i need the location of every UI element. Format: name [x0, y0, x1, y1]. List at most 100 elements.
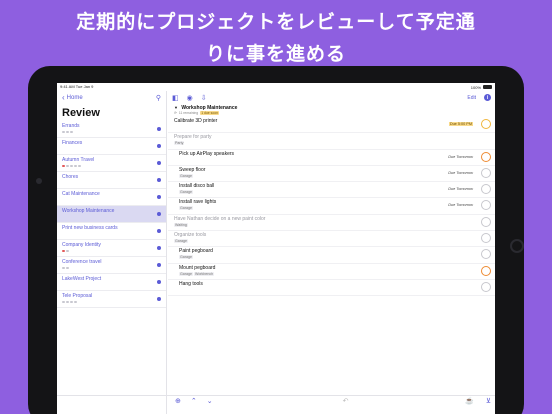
task-row[interactable]: Organize tools Garage	[168, 231, 495, 248]
project-status-dots	[62, 233, 161, 236]
status-time: 9:41 AM	[60, 84, 75, 89]
task-row[interactable]: Install disco ball Garage Due Tomorrow	[168, 182, 495, 199]
battery-icon	[483, 85, 492, 89]
sort-icon[interactable]: ⇩	[201, 94, 207, 102]
caption: 定期的にプロジェクトをレビューして予定通 りに事を進める	[0, 0, 552, 70]
task-row[interactable]: Pick up AirPlay speakers Due Tomorrow	[168, 150, 495, 166]
project-list: Errands Finances Autumn Travel Chores Cat Ma…	[57, 121, 166, 308]
task-tags: Party	[174, 141, 489, 146]
task-checkbox[interactable]	[481, 200, 491, 211]
task-checkbox[interactable]	[481, 233, 491, 244]
status-bar: 9:41 AM Tue Jan 9 100%	[57, 83, 495, 91]
review-dot-icon	[157, 280, 161, 284]
project-header: ▼ Workshop Maintenance ⟳ 11 remaining 1 …	[168, 104, 495, 117]
tag-chip: Garage	[179, 255, 193, 260]
project-name: Cat Maintenance	[62, 191, 100, 197]
task-name: Sweep floor	[179, 166, 206, 173]
project-item[interactable]: Chores	[57, 172, 166, 189]
task-checkbox[interactable]	[481, 184, 491, 195]
project-status-dots	[62, 182, 161, 185]
pin-icon[interactable]: ⚲	[156, 94, 161, 102]
project-item[interactable]: Finances	[57, 138, 166, 155]
project-status-dots	[62, 284, 161, 287]
chevron-down-icon[interactable]: ⌄	[207, 397, 213, 405]
toolbar: ◧ ◉ ⇩ Edit i	[168, 91, 495, 104]
task-name: Install disco ball	[179, 183, 215, 190]
review-dot-icon	[157, 229, 161, 233]
tag-chip: Garage	[179, 173, 193, 178]
inbox-icon[interactable]: ⊻	[486, 397, 491, 405]
review-dot-icon	[157, 195, 161, 199]
task-name: Organize tools	[174, 232, 207, 239]
task-checkbox[interactable]	[481, 119, 491, 129]
task-row[interactable]: Have Nathan decide on a new paint color W…	[168, 215, 495, 232]
back-button[interactable]: ‹ Home	[62, 92, 83, 102]
edit-button[interactable]: Edit	[467, 95, 476, 101]
task-due-date: Due Tomorrow	[448, 203, 473, 208]
bottom-toolbar: ⊕ ⌃ ⌄ ↶ ☕ ⊻	[57, 395, 495, 406]
task-row[interactable]: Paint pegboard Garage	[168, 247, 495, 264]
review-dot-icon	[157, 144, 161, 148]
project-status-dots	[62, 216, 161, 219]
repeat-icon: ⟳	[174, 111, 177, 115]
task-checkbox[interactable]	[481, 216, 491, 227]
project-item[interactable]: Autumn Travel	[57, 155, 166, 172]
task-checkbox[interactable]	[481, 281, 491, 292]
due-soon-badge: 1 due soon	[200, 111, 219, 115]
project-name: Finances	[62, 140, 83, 146]
task-name: Calibrate 3D printer	[174, 118, 218, 124]
project-name: Autumn Travel	[62, 157, 95, 163]
undo-icon[interactable]: ↶	[343, 397, 349, 405]
chevron-left-icon: ‹	[62, 92, 65, 102]
project-item[interactable]: Tele Proposal	[57, 291, 166, 308]
task-row[interactable]: Mount pegboard Garage Workbench	[168, 264, 495, 280]
project-name: Workshop Maintenance	[62, 208, 115, 214]
home-button	[510, 239, 524, 253]
project-item[interactable]: Workshop Maintenance	[57, 206, 166, 223]
project-item[interactable]: Errands	[57, 121, 166, 138]
review-dot-icon	[157, 246, 161, 250]
task-row[interactable]: Calibrate 3D printer Due 5:00 PM	[168, 117, 495, 134]
add-icon[interactable]: ⊕	[175, 397, 181, 405]
task-checkbox[interactable]	[481, 151, 491, 162]
project-item[interactable]: Print new business cards	[57, 223, 166, 240]
review-dot-icon	[157, 178, 161, 182]
task-name: Prepare for party	[174, 134, 212, 141]
task-name: Have Nathan decide on a new paint color	[174, 215, 266, 222]
info-icon[interactable]: i	[484, 94, 491, 101]
task-checkbox[interactable]	[481, 249, 491, 260]
project-item[interactable]: Cat Maintenance	[57, 189, 166, 206]
project-status-dots	[62, 131, 161, 134]
task-checkbox[interactable]	[481, 265, 491, 276]
task-row[interactable]: Install rave lights Garage Due Tomorrow	[168, 198, 495, 215]
project-status-dots	[62, 165, 161, 168]
view-options-icon[interactable]: ◉	[187, 94, 193, 102]
task-row[interactable]: Prepare for party Party	[168, 133, 495, 150]
project-name: Company Identity	[62, 242, 101, 248]
task-row[interactable]: Hang tools	[168, 280, 495, 297]
clean-up-icon[interactable]: ☕	[465, 397, 474, 405]
task-name: Hang tools	[179, 280, 203, 287]
tag-chip: Workbench	[194, 271, 215, 276]
back-label: Home	[66, 94, 83, 101]
task-name: Mount pegboard	[179, 264, 216, 271]
chevron-up-icon[interactable]: ⌃	[191, 397, 197, 405]
camera	[36, 178, 42, 184]
project-meta: ⟳ 11 remaining 1 due soon	[174, 111, 489, 115]
project-item[interactable]: Company Identity	[57, 240, 166, 257]
task-row[interactable]: Sweep floor Garage Due Tomorrow	[168, 166, 495, 183]
caption-line-1: 定期的にプロジェクトをレビューして予定通	[76, 11, 476, 33]
project-item[interactable]: Conference travel	[57, 257, 166, 274]
project-item[interactable]: LakeWest Project	[57, 274, 166, 291]
task-tags: Garage	[179, 255, 489, 260]
sidebar-toggle-icon[interactable]: ◧	[172, 94, 179, 102]
project-status-dots	[62, 250, 161, 253]
review-dot-icon	[157, 212, 161, 216]
disclosure-triangle-icon[interactable]: ▼	[174, 105, 178, 110]
sidebar-nav: ‹ Home ⚲	[57, 91, 166, 104]
task-checkbox[interactable]	[481, 167, 491, 178]
project-status-dots	[62, 301, 161, 304]
status-date: Tue Jan 9	[75, 84, 94, 89]
project-status-dots	[62, 199, 161, 202]
task-name: Install rave lights	[179, 199, 217, 206]
